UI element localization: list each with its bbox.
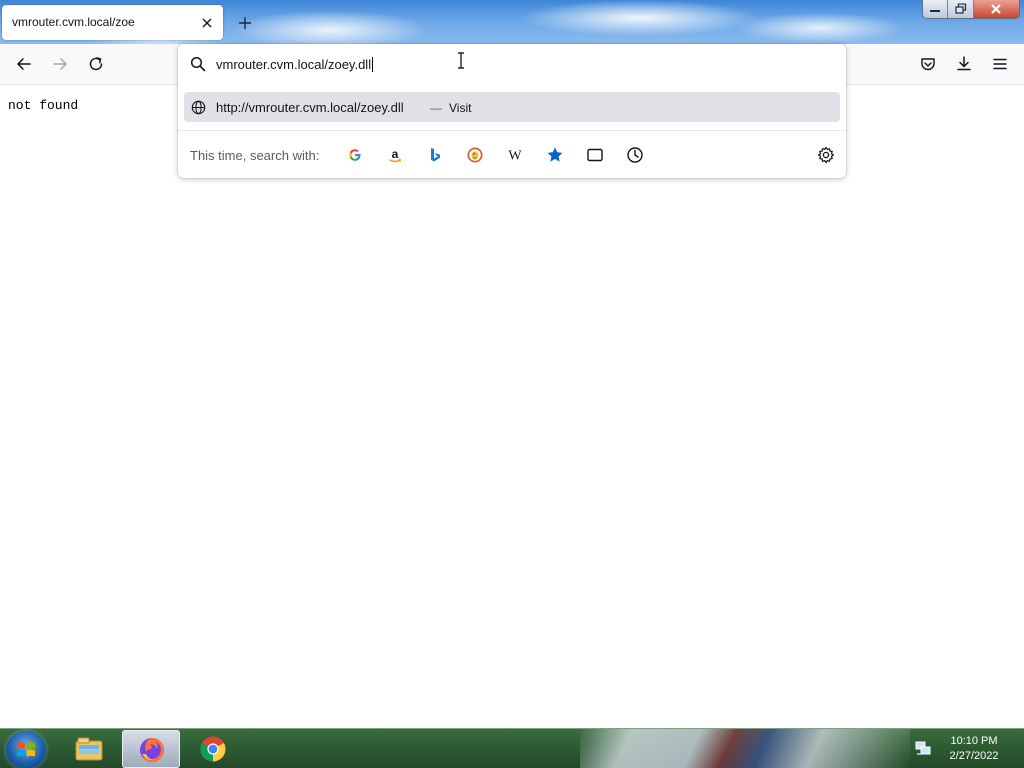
svg-text:a: a <box>392 147 399 161</box>
suggestion-separator: — <box>430 101 442 115</box>
search-settings-gear-icon[interactable] <box>816 145 836 165</box>
text-cursor-icon <box>458 52 464 69</box>
forward-icon[interactable] <box>51 55 69 73</box>
tab-title: vmrouter.cvm.local/zoe <box>12 15 135 29</box>
text-caret <box>372 57 374 72</box>
wallpaper-strip <box>580 729 910 768</box>
back-icon[interactable] <box>15 55 33 73</box>
svg-text:W: W <box>508 149 522 164</box>
browser-tab[interactable]: vmrouter.cvm.local/zoe <box>2 5 223 40</box>
bing-icon[interactable] <box>425 145 445 165</box>
urlbar-input-row[interactable]: vmrouter.cvm.local/zoey.dll <box>178 44 846 86</box>
minimize-button[interactable] <box>923 0 949 18</box>
google-icon[interactable] <box>345 145 365 165</box>
windows-explorer-icon[interactable] <box>60 730 118 768</box>
one-off-label: This time, search with: <box>190 148 320 163</box>
windows-logo-icon <box>17 742 35 757</box>
urlbar-dropdown: vmrouter.cvm.local/zoey.dll http://vmrou… <box>178 44 846 178</box>
minimize-icon <box>930 10 941 12</box>
tab-close-icon[interactable] <box>200 16 214 30</box>
globe-icon <box>191 100 206 115</box>
history-icon[interactable] <box>625 145 645 165</box>
close-window-button[interactable] <box>973 0 1019 18</box>
menu-icon[interactable] <box>991 55 1009 73</box>
clock-date: 2/27/2022 <box>949 750 999 762</box>
system-clock[interactable]: 10:10 PM 2/27/2022 <box>940 734 1008 764</box>
duckduckgo-icon[interactable] <box>465 145 485 165</box>
downloads-icon[interactable] <box>955 55 973 73</box>
windows-taskbar: 10:10 PM 2/27/2022 <box>0 728 1024 768</box>
address-input[interactable]: vmrouter.cvm.local/zoey.dll <box>216 57 374 75</box>
wikipedia-icon[interactable]: W <box>505 145 525 165</box>
page-body-text: not found <box>8 98 79 113</box>
address-input-value: vmrouter.cvm.local/zoey.dll <box>216 57 372 72</box>
clock-time: 10:10 PM <box>950 735 998 747</box>
close-icon <box>991 4 1002 14</box>
start-button[interactable] <box>6 731 46 768</box>
restore-button[interactable] <box>948 0 974 18</box>
title-bar: vmrouter.cvm.local/zoe <box>0 0 1024 44</box>
pocket-icon[interactable] <box>919 55 937 73</box>
amazon-icon[interactable]: a <box>385 145 405 165</box>
search-icon <box>190 56 206 72</box>
suggestion-action: Visit <box>449 101 472 115</box>
suggestion-url: http://vmrouter.cvm.local/zoey.dll <box>216 100 404 115</box>
url-suggestion-row[interactable]: http://vmrouter.cvm.local/zoey.dll — Vis… <box>184 92 840 122</box>
window-controls <box>922 0 1020 19</box>
tabs-icon[interactable] <box>585 145 605 165</box>
firefox-icon[interactable] <box>122 730 180 768</box>
restore-icon <box>955 3 966 14</box>
chrome-icon[interactable] <box>184 730 242 768</box>
reload-icon[interactable] <box>87 55 105 73</box>
one-off-search-row: This time, search with: a W <box>178 130 846 178</box>
new-tab-icon[interactable] <box>236 14 254 32</box>
bookmarks-icon[interactable] <box>545 145 565 165</box>
network-icon[interactable] <box>914 739 932 757</box>
